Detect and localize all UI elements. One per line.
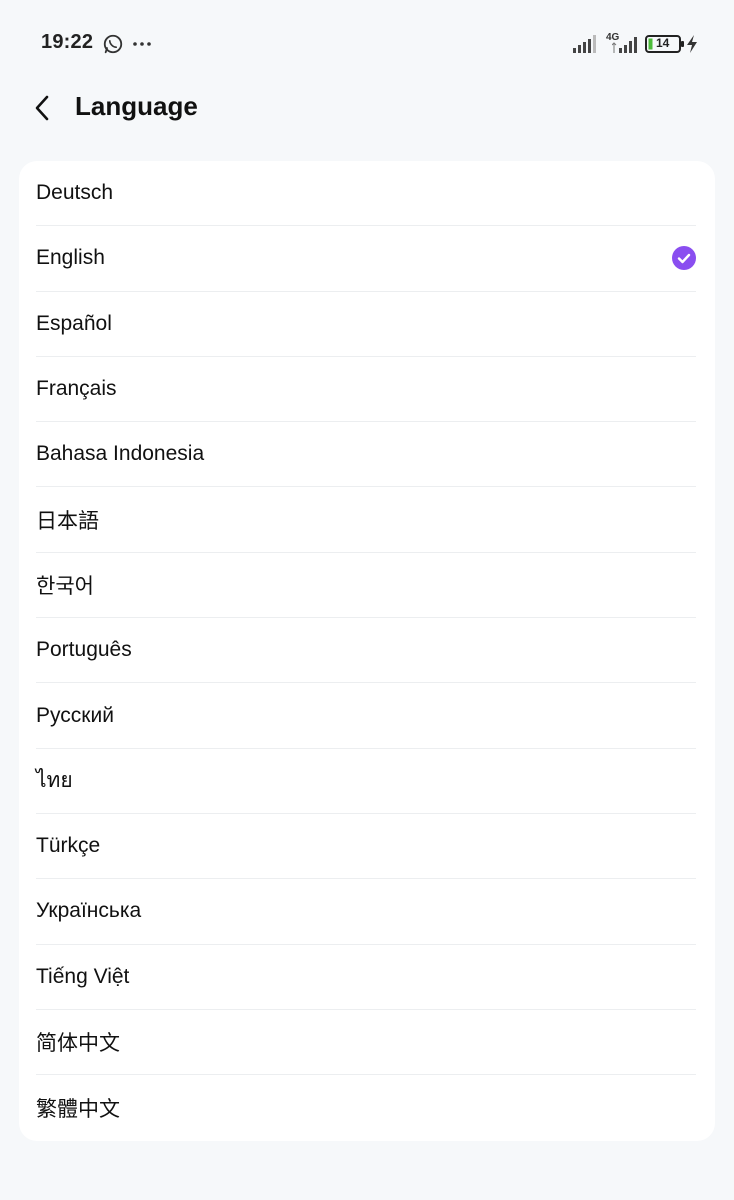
status-time: 19:22 <box>41 31 94 53</box>
battery-level: 14 <box>656 36 670 50</box>
page-title: Language <box>75 91 198 121</box>
language-option[interactable]: Tiếng Việt <box>36 945 696 1010</box>
language-option[interactable]: Bahasa Indonesia <box>36 422 696 488</box>
language-option-label: Español <box>36 311 112 335</box>
language-option-label: ไทย <box>36 769 73 793</box>
language-option[interactable]: ไทย <box>36 749 696 814</box>
language-option-label: Українська <box>36 899 142 923</box>
language-option[interactable]: Deutsch <box>36 161 696 227</box>
language-option[interactable]: Português <box>36 618 696 684</box>
signal-strength-icon <box>573 35 596 53</box>
page-header: Language <box>0 86 734 134</box>
language-option[interactable]: Русский <box>36 683 696 749</box>
language-list-card: Deutsch English Español Français Bahasa Indo… <box>19 161 715 1141</box>
language-option-label: 한국어 <box>36 574 94 598</box>
language-option-label: 简体中文 <box>36 1032 120 1055</box>
signal-strength-icon-2 <box>612 37 637 53</box>
language-option[interactable]: 简体中文 <box>36 1010 696 1076</box>
language-option-label: Türkçe <box>36 834 101 858</box>
chevron-left-icon <box>35 95 49 121</box>
language-option-label: Русский <box>36 703 114 727</box>
language-option-label: Deutsch <box>36 181 114 205</box>
language-option-label: Português <box>36 638 132 662</box>
language-option-label: 日本語 <box>36 509 99 533</box>
language-option[interactable]: Français <box>36 357 696 423</box>
language-option[interactable]: 한국어 <box>36 553 696 619</box>
language-option[interactable]: Español <box>36 292 696 357</box>
language-option[interactable]: 繁體中文 <box>36 1075 696 1140</box>
language-option-label: Bahasa Indonesia <box>36 442 205 466</box>
language-option[interactable]: Türkçe <box>36 814 696 880</box>
more-dots-icon <box>133 42 151 46</box>
language-option[interactable]: Українська <box>36 879 696 945</box>
whatsapp-icon <box>103 34 123 54</box>
language-option[interactable]: English <box>36 226 696 292</box>
language-option[interactable]: 日本語 <box>36 487 696 553</box>
language-option-label: 繁體中文 <box>36 1097 120 1121</box>
language-option-label: Tiếng Việt <box>36 964 130 988</box>
language-option-label: Français <box>36 377 117 401</box>
charging-bolt-icon <box>687 35 697 53</box>
language-list: Deutsch English Español Français Bahasa Indo… <box>19 161 715 1140</box>
check-circle-icon <box>672 246 696 271</box>
status-bar: 19:22 4G 14 <box>0 0 734 86</box>
language-option-label: English <box>36 246 105 270</box>
back-button[interactable] <box>26 92 58 124</box>
